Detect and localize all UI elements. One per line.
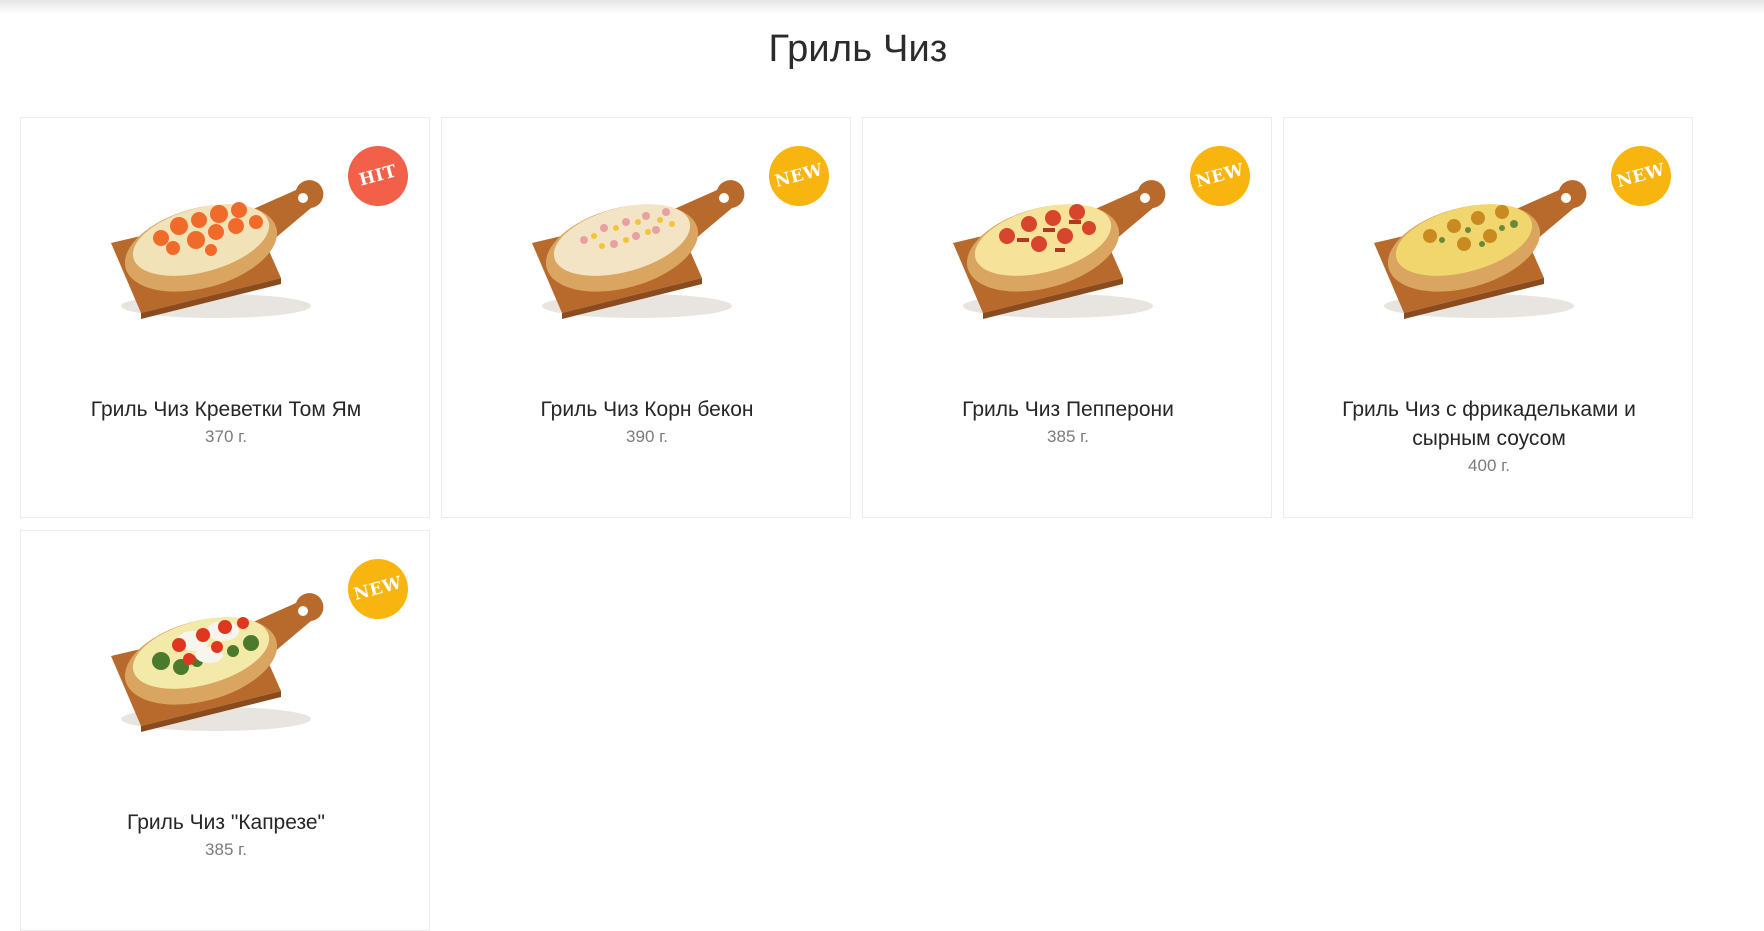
page-title: Гриль Чиз <box>768 28 948 70</box>
product-card[interactable]: NEW Гриль Чиз "Капрезе" 385 г. <box>20 530 430 931</box>
product-title[interactable]: Гриль Чиз "Капрезе" <box>127 811 325 834</box>
product-weight: 385 г. <box>1047 427 1089 446</box>
hit-badge: HIT <box>341 139 415 213</box>
product-image[interactable]: HIT <box>21 118 431 368</box>
grill-cheese-photo <box>953 180 1166 319</box>
product-weight: 390 г. <box>626 427 668 446</box>
product-name[interactable]: Гриль Чиз Корн бекон 390 г. <box>442 395 852 451</box>
product-title[interactable]: Гриль Чиз с фрикадельками и сырным соусо… <box>1342 398 1636 450</box>
product-card[interactable]: NEW Гриль Чиз Корн бекон 390 г. <box>441 117 851 518</box>
product-title[interactable]: Гриль Чиз Пепперони <box>962 398 1174 421</box>
new-badge: NEW <box>1183 139 1257 213</box>
new-badge: NEW <box>762 139 836 213</box>
product-card[interactable]: HIT Гриль Чиз Креветки Том Ям 370 г. <box>20 117 430 518</box>
product-title[interactable]: Гриль Чиз Корн бекон <box>540 398 753 421</box>
product-name[interactable]: Гриль Чиз Пепперони 385 г. <box>863 395 1273 451</box>
product-name[interactable]: Гриль Чиз с фрикадельками и сырным соусо… <box>1284 395 1694 480</box>
grill-cheese-photo <box>111 593 324 732</box>
header-shadow <box>0 0 1764 14</box>
product-title[interactable]: Гриль Чиз Креветки Том Ям <box>91 398 361 421</box>
product-image[interactable]: NEW <box>863 118 1273 368</box>
grill-cheese-photo <box>1374 180 1587 319</box>
product-name[interactable]: Гриль Чиз Креветки Том Ям 370 г. <box>21 395 431 451</box>
product-image[interactable]: NEW <box>21 531 431 781</box>
grill-cheese-photo <box>111 180 324 319</box>
product-image[interactable]: NEW <box>1284 118 1694 368</box>
product-name[interactable]: Гриль Чиз "Капрезе" 385 г. <box>21 808 431 864</box>
product-weight: 385 г. <box>205 840 247 859</box>
product-image[interactable]: NEW <box>442 118 852 368</box>
product-weight: 370 г. <box>205 427 247 446</box>
product-card[interactable]: NEW Гриль Чиз с фрикадельками и сырным с… <box>1283 117 1693 518</box>
product-weight: 400 г. <box>1468 456 1510 475</box>
product-card[interactable]: NEW Гриль Чиз Пепперони 385 г. <box>862 117 1272 518</box>
new-badge: NEW <box>341 552 415 626</box>
grill-cheese-photo <box>532 180 745 319</box>
new-badge: NEW <box>1604 139 1678 213</box>
